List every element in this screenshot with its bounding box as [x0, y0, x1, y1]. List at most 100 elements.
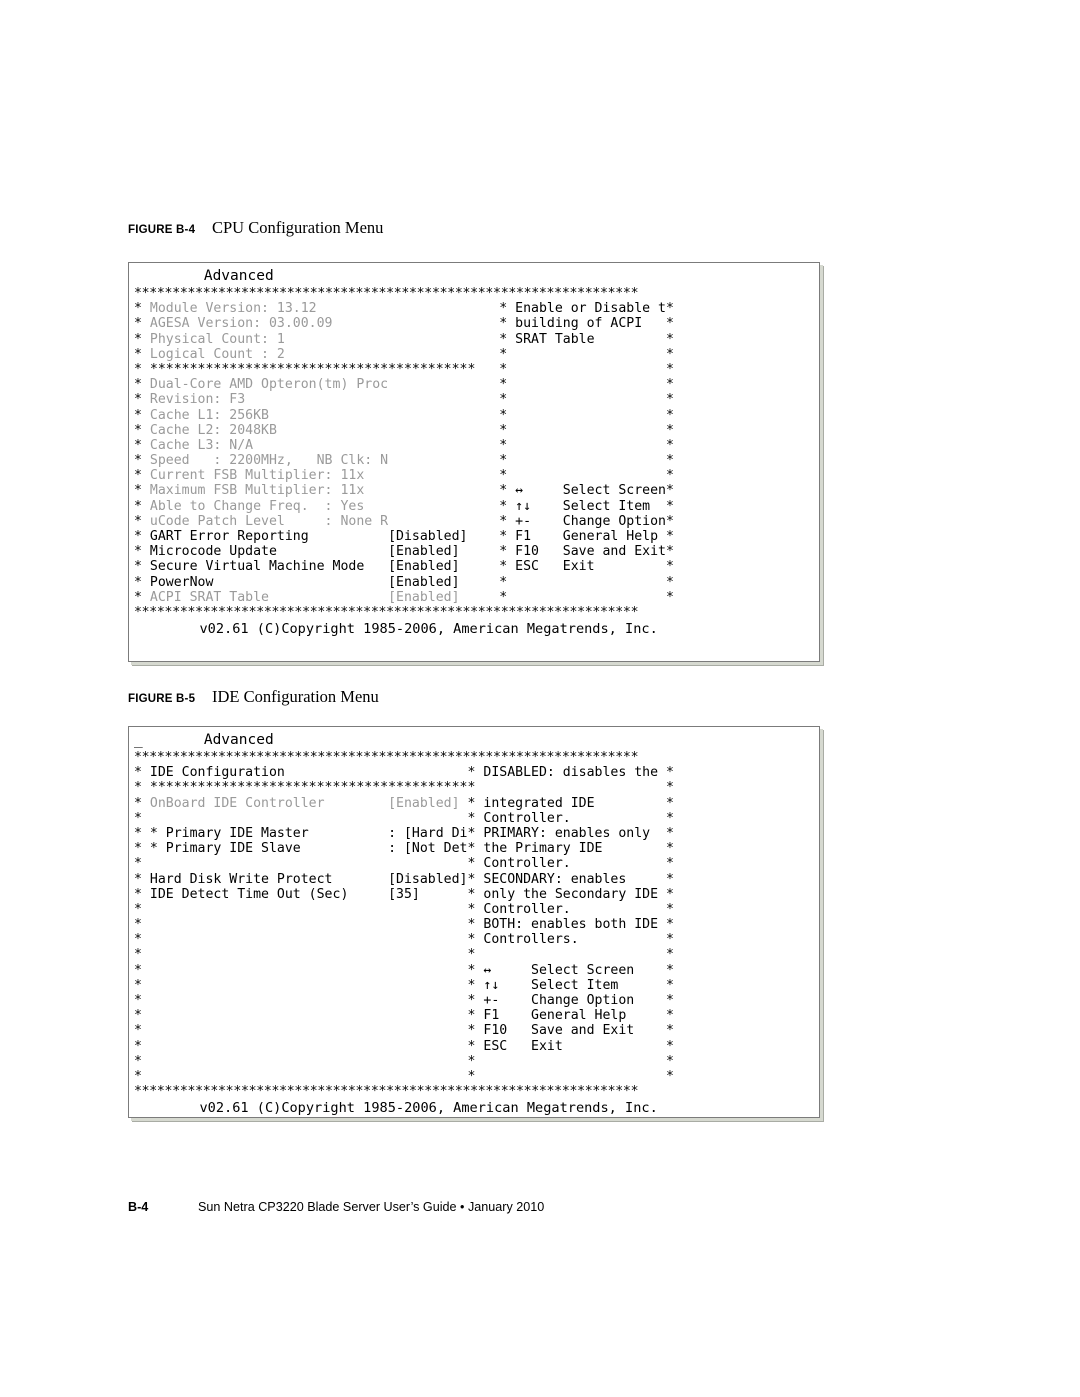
bios-row: * * ↑↓ Select Item * [134, 978, 814, 993]
border-char: * [666, 810, 674, 826]
bios-setting[interactable]: Dual-Core AMD Opteron(tm) Proc [150, 377, 499, 392]
bios-row: * * ESC Exit * [134, 1039, 814, 1054]
bios-inner-rule: **************************************** [149, 780, 468, 796]
bios-row: * OnBoard IDE Controller [Enabled] * int… [134, 796, 814, 811]
border-char: * [499, 361, 516, 377]
border-char: * [134, 498, 150, 514]
border-char: * [134, 589, 150, 605]
bios-rule: ****************************************… [134, 286, 639, 301]
border-char: * [134, 559, 150, 575]
border-char: * [467, 1023, 484, 1039]
bios-setting[interactable] [150, 856, 468, 871]
bios-setting[interactable]: PowerNow [Enabled] [150, 575, 499, 590]
border-char: * [467, 1068, 484, 1084]
bios-setting[interactable]: Revision: F3 [150, 392, 499, 407]
bios-help-text: integrated IDE [483, 795, 666, 811]
bios-help-text: DISABLED: disables the [483, 765, 666, 781]
border-char: * [467, 993, 484, 1008]
bios-row: * Cache L2: 2048KB * * [134, 423, 814, 438]
bios-setting[interactable]: IDE Detect Time Out (Sec) [35] [150, 887, 468, 902]
bios-row: * Logical Count : 2 * * [134, 347, 814, 362]
border-char: * [666, 780, 674, 796]
border-char: * [134, 993, 150, 1008]
bios-setting[interactable]: Current FSB Multiplier: 11x [150, 468, 499, 483]
bios-help-text: PRIMARY: enables only [483, 825, 666, 841]
footer-text: Sun Netra CP3220 Blade Server User’s Gui… [198, 1200, 545, 1214]
bios-row: * * * [134, 1069, 814, 1084]
bios-row: * * * [134, 1054, 814, 1069]
border-char: * [134, 780, 150, 796]
border-char: * [665, 483, 674, 499]
bios-row: * Current FSB Multiplier: 11x * * [134, 468, 814, 483]
bios-setting[interactable]: Maximum FSB Multiplier: 11x [150, 483, 499, 498]
bios-setting[interactable]: Logical Count : 2 [150, 347, 499, 362]
border-char: * [467, 780, 484, 796]
border-char: * [666, 917, 674, 933]
bios-help-text: BOTH: enables both IDE [483, 917, 666, 933]
border-char: * [134, 361, 150, 377]
bios-setting[interactable]: AGESA Version: 03.00.09 [150, 316, 499, 331]
bios-setting[interactable] [150, 811, 468, 826]
border-char: * [499, 544, 516, 560]
border-char: * [665, 422, 674, 438]
border-char: * [467, 795, 484, 811]
border-char: * [665, 529, 674, 544]
border-char: * [665, 392, 674, 408]
bios-setting[interactable]: * Primary IDE Master : [Hard Di [150, 826, 468, 841]
border-char: * [499, 468, 516, 484]
border-char: * [665, 544, 674, 560]
bios-setting[interactable]: Secure Virtual Machine Mode [Enabled] [150, 559, 499, 574]
border-char: * [665, 498, 674, 514]
document-page: FIGURE B-4 CPU Configuration Menu Advanc… [0, 0, 1080, 1397]
border-char: * [499, 346, 516, 362]
bios-key-legend-item: F10 Save and Exit [483, 1023, 666, 1039]
bios-setting[interactable]: Hard Disk Write Protect [Disabled] [150, 872, 468, 887]
bios-row: * * +- Change Option * [134, 993, 814, 1008]
bios-setting[interactable]: Microcode Update [Enabled] [150, 544, 499, 559]
bios-row: * Revision: F3 * * [134, 392, 814, 407]
bios-setting[interactable]: OnBoard IDE Controller [Enabled] [150, 796, 468, 811]
border-char: * [666, 825, 674, 841]
bios-titlebar: Advanced [134, 267, 814, 286]
bios-help-text: SECONDARY: enables [483, 871, 666, 887]
border-char: * [666, 1008, 674, 1024]
bios-rule: ****************************************… [134, 750, 639, 765]
border-char: * [666, 856, 674, 872]
bios-setting[interactable]: Cache L1: 256KB [150, 408, 499, 423]
border-char: * [134, 331, 150, 347]
border-char: * [134, 825, 150, 841]
border-char: * [665, 453, 674, 469]
bios-setting[interactable]: Cache L3: N/A [150, 438, 499, 453]
border-char: * [467, 886, 484, 902]
page-footer: B-4 Sun Netra CP3220 Blade Server User’s… [128, 1200, 544, 1214]
border-char: * [666, 871, 674, 887]
border-char: * [665, 437, 674, 453]
bios-help-text: SRAT Table [515, 331, 666, 347]
bios-help-text: Controller. [483, 901, 666, 917]
border-char: * [134, 468, 150, 484]
bios-setting[interactable]: Module Version: 13.12 [150, 301, 499, 316]
border-char: * [665, 301, 674, 317]
border-char: * [134, 856, 150, 872]
bios-setting[interactable]: Cache L2: 2048KB [150, 423, 499, 438]
bios-row: * GART Error Reporting [Disabled] * F1 G… [134, 529, 814, 544]
border-char: * [134, 544, 150, 560]
bios-row: * AGESA Version: 03.00.09 * building of … [134, 316, 814, 331]
bios-setting[interactable]: Speed : 2200MHz, NB Clk: N [150, 453, 499, 468]
bios-setting[interactable]: IDE Configuration [150, 765, 468, 780]
border-char: * [467, 871, 484, 887]
bios-setting[interactable]: Physical Count: 1 [150, 332, 499, 347]
border-char: * [499, 377, 516, 393]
bios-setting[interactable]: ACPI SRAT Table [Enabled] [150, 590, 499, 605]
border-char: * [666, 1053, 674, 1069]
bios-setting[interactable]: Able to Change Freq. : Yes [150, 499, 499, 514]
bios-setting[interactable]: uCode Patch Level : None R [150, 514, 499, 529]
bios-setting[interactable]: * Primary IDE Slave : [Not Det [150, 841, 468, 856]
bios-terminal-ide: _ Advanced ******************************… [129, 727, 819, 1117]
border-char: * [134, 483, 150, 499]
border-char: * [134, 871, 150, 887]
bios-row: * IDE Detect Time Out (Sec) [35] * only … [134, 887, 814, 902]
bios-key-legend-item: F10 Save and Exit [515, 544, 666, 560]
bios-setting[interactable]: GART Error Reporting [Disabled] [150, 529, 499, 544]
border-char: * [134, 947, 150, 963]
